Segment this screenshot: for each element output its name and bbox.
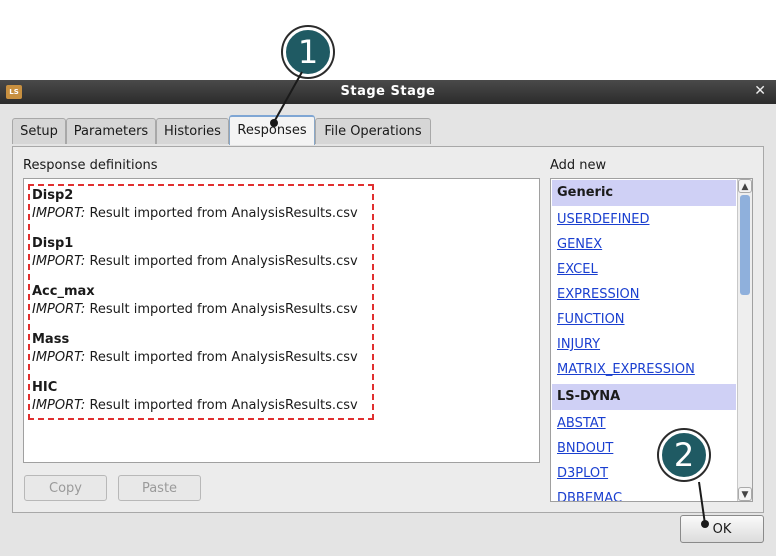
tab-parameters[interactable]: Parameters: [66, 118, 156, 144]
tab-file-operations[interactable]: File Operations: [315, 118, 431, 144]
scroll-down-icon[interactable]: ▼: [738, 487, 752, 501]
add-abstat-link[interactable]: ABSTAT: [557, 416, 606, 431]
callout-2-pointer: [698, 481, 709, 528]
add-expression-link[interactable]: EXPRESSION: [557, 287, 640, 302]
group-header-ls-dyna: LS-DYNA: [552, 384, 736, 410]
add-matrix-expression-link[interactable]: MATRIX_EXPRESSION: [557, 362, 695, 377]
response-definitions-label: Response definitions: [23, 158, 158, 173]
close-icon[interactable]: ✕: [754, 83, 766, 99]
add-genex-link[interactable]: GENEX: [557, 237, 602, 252]
group-header-generic: Generic: [552, 180, 736, 206]
paste-button[interactable]: Paste: [118, 475, 201, 501]
scroll-thumb[interactable]: [740, 195, 750, 295]
add-function-link[interactable]: FUNCTION: [557, 312, 625, 327]
callout-1-pointer: [270, 71, 303, 127]
tab-histories[interactable]: Histories: [156, 118, 229, 144]
title-bar[interactable]: LS Stage Stage ✕: [0, 80, 776, 104]
tab-setup[interactable]: Setup: [12, 118, 66, 144]
add-d3plot-link[interactable]: D3PLOT: [557, 466, 608, 481]
add-injury-link[interactable]: INJURY: [557, 337, 600, 352]
add-new-scrollbar[interactable]: ▲ ▼: [737, 179, 752, 501]
add-userdefined-link[interactable]: USERDEFINED: [557, 212, 650, 227]
callout-2: 2: [659, 430, 709, 480]
add-new-label: Add new: [550, 158, 607, 173]
scroll-up-icon[interactable]: ▲: [738, 179, 752, 193]
add-dbbemac-link[interactable]: DBBEMAC: [557, 491, 622, 501]
window-title: Stage Stage: [340, 84, 436, 99]
add-bndout-link[interactable]: BNDOUT: [557, 441, 613, 456]
copy-button[interactable]: Copy: [24, 475, 107, 501]
add-excel-link[interactable]: EXCEL: [557, 262, 598, 277]
highlight-outline: [28, 184, 374, 420]
